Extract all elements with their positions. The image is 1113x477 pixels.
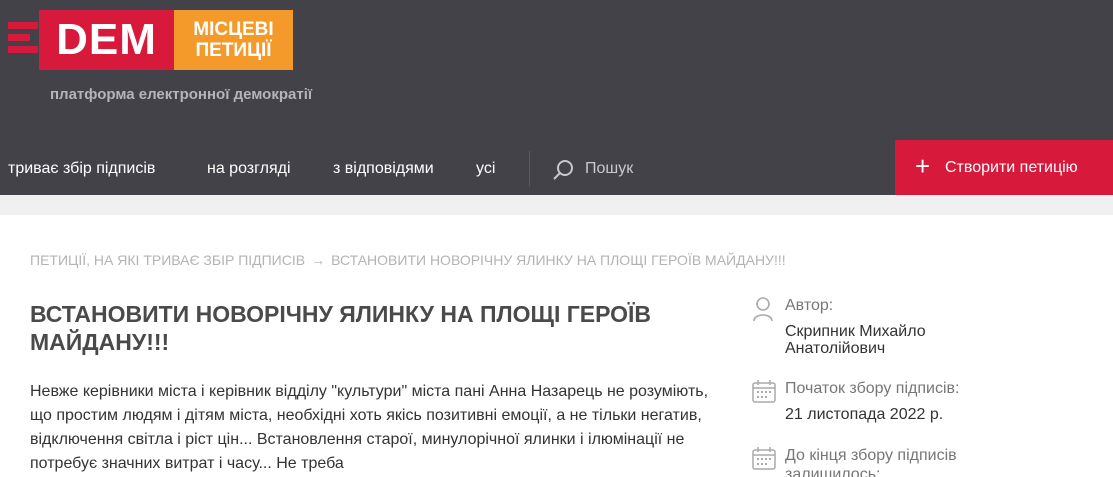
- author-label: Автор:: [785, 297, 834, 314]
- start-date-value: 21 листопада 2022 р.: [785, 406, 944, 423]
- calendar-icon: [752, 447, 776, 470]
- start-date-label: Початок збору підписів:: [785, 380, 960, 397]
- search-button[interactable]: Пошук: [553, 140, 633, 195]
- author-name-line2: Анатолійович: [785, 340, 886, 357]
- breadcrumb: Петиції, на які триває збір підписів → Вст…: [30, 252, 786, 268]
- search-label: Пошук: [585, 160, 634, 177]
- breadcrumb-parent[interactable]: Петиції, на які триває збір підписів: [30, 252, 305, 268]
- logo-local-line1: МІСЦЕВІ: [193, 19, 274, 40]
- nav-all[interactable]: усі: [476, 140, 495, 195]
- breadcrumb-current: Встановити новорічну ялинку на площі гер…: [331, 252, 786, 268]
- user-icon: [753, 297, 773, 322]
- end-date-label-line1: До кінця збору підписів: [785, 447, 957, 464]
- author-name-line1: Скрипник Михайло: [785, 323, 926, 340]
- nav-divider: [529, 151, 530, 186]
- create-petition-label: Створити петицію: [945, 159, 1078, 176]
- logo-dem-text: DEM: [39, 10, 174, 70]
- petition-title: ВСТАНОВИТИ НОВОРІЧНУ ЯЛИНКУ НА ПЛОЩІ ГЕР…: [30, 301, 651, 355]
- plus-icon: +: [915, 151, 931, 181]
- end-date-label-line2: залишилось:: [785, 466, 881, 477]
- create-petition-button[interactable]: + Створити петицію: [895, 140, 1113, 195]
- site-logo[interactable]: DEM МІСЦЕВІ ПЕТИЦІЇ: [8, 10, 298, 70]
- nav-answered[interactable]: з відповідями: [333, 140, 434, 195]
- logo-local-petitions: МІСЦЕВІ ПЕТИЦІЇ: [174, 10, 293, 70]
- site-tagline: платформа електронної демократії: [50, 86, 313, 103]
- nav-collecting[interactable]: триває збір підписів: [8, 140, 155, 195]
- nav-under-review[interactable]: на розгляді: [207, 140, 291, 195]
- petition-body: Невже керівники міста і керівник відділу…: [30, 383, 709, 472]
- logo-stripes: [8, 22, 38, 58]
- calendar-icon: [752, 380, 776, 403]
- breadcrumb-separator: →: [311, 252, 326, 268]
- logo-local-line2: ПЕТИЦІЇ: [195, 40, 272, 61]
- search-icon: [553, 160, 573, 180]
